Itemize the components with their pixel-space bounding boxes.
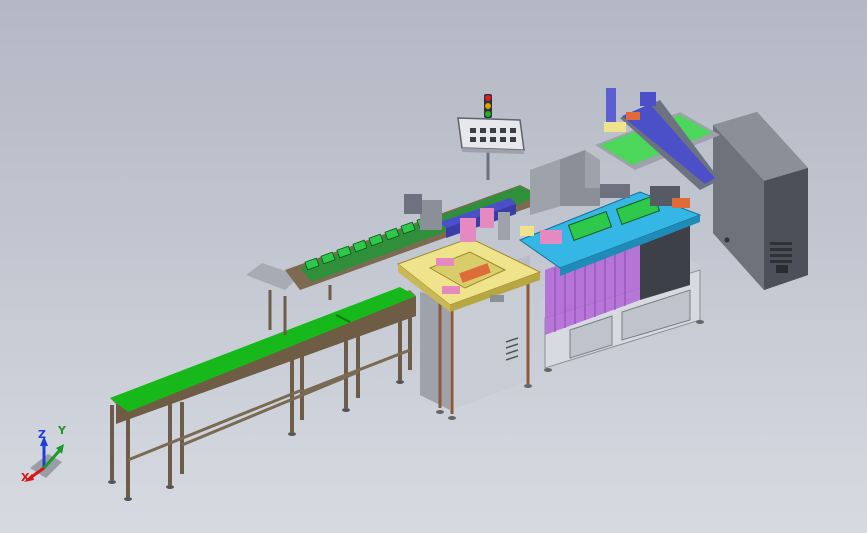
power-socket — [776, 265, 788, 273]
amber-lamp — [485, 103, 491, 109]
green-lamp — [485, 111, 491, 117]
cabinet-knob — [724, 237, 730, 243]
control-pendant — [457, 117, 525, 154]
x-axis-label: X — [21, 471, 30, 484]
pink-block — [442, 286, 460, 294]
lower-belt-conveyor — [108, 287, 416, 501]
cad-viewport[interactable]: Z Y X — [0, 0, 867, 533]
assembly-model — [108, 88, 808, 501]
red-lamp — [485, 95, 491, 101]
z-axis-label: Z — [38, 428, 46, 441]
green-belt — [110, 287, 416, 412]
transfer-conveyor — [595, 88, 720, 190]
pink-block — [436, 258, 454, 266]
main-machine — [518, 150, 704, 372]
control-cabinet — [713, 112, 808, 290]
y-axis-label: Y — [58, 424, 66, 437]
